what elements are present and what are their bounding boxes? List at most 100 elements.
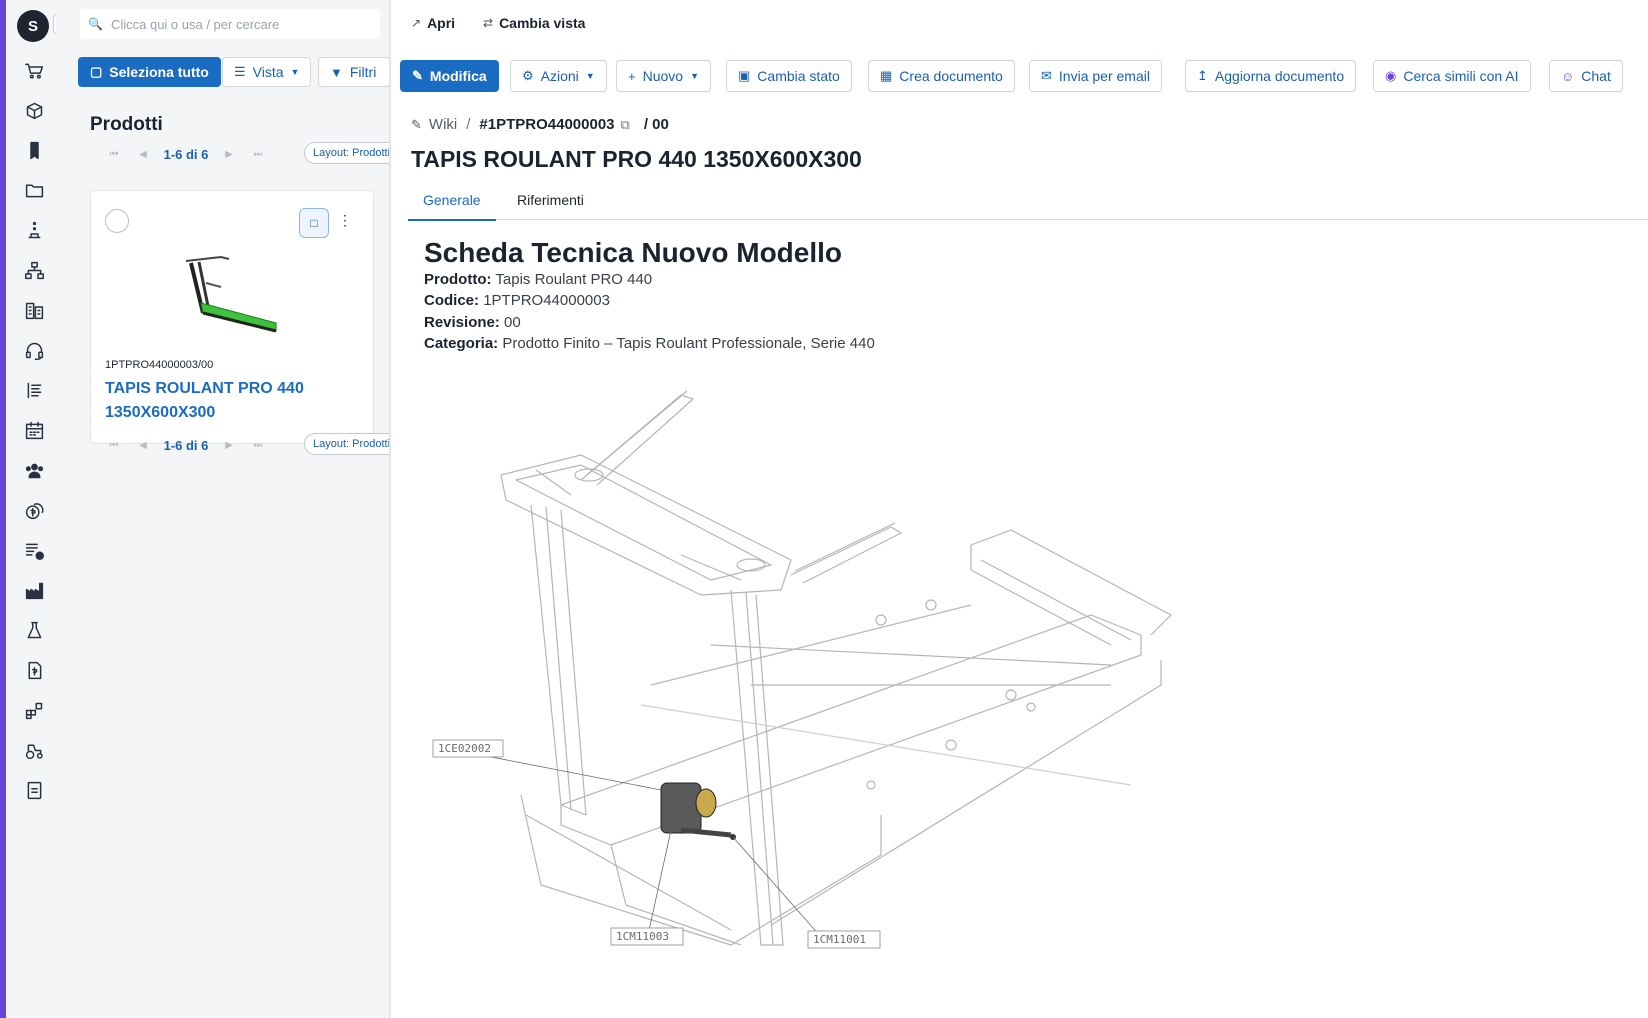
edit-button[interactable]: ✎ Modifica: [400, 60, 499, 92]
invoice-icon[interactable]: [22, 658, 46, 682]
find-similar-label: Cerca simili con AI: [1403, 68, 1519, 84]
upload-icon: ↥: [1197, 68, 1208, 83]
first-page-icon[interactable]: ⏮: [96, 440, 132, 451]
field-revision: Revisione: 00: [424, 314, 521, 331]
field-category: Categoria: Prodotto Finito – Tapis Roula…: [424, 335, 875, 352]
field-value: 00: [504, 314, 521, 331]
chevron-down-icon: ▼: [585, 71, 595, 81]
filter-button[interactable]: ▼ Filtri: [318, 57, 390, 87]
document-icon[interactable]: [22, 778, 46, 802]
create-document-button[interactable]: ▦ Crea documento: [868, 60, 1015, 92]
pager-count: 1-6 di 6: [163, 146, 209, 162]
calendar-icon[interactable]: [22, 418, 46, 442]
technical-drawing: 1CE02002 1CM11003 1CM11001: [432, 390, 1172, 949]
copy-icon[interactable]: ⧉: [621, 117, 630, 133]
list-icon[interactable]: [22, 378, 46, 402]
team-icon[interactable]: [22, 458, 46, 482]
external-link-icon: ↗: [411, 16, 422, 30]
field-label: Categoria:: [424, 335, 499, 352]
update-document-label: Aggiorna documento: [1214, 68, 1345, 84]
breadcrumb-revision: / 00: [643, 116, 669, 133]
swap-icon: ⇄: [483, 16, 494, 30]
chevron-down-icon: ▼: [690, 71, 699, 81]
word-doc-icon: ▦: [880, 68, 893, 83]
open-label: Apri: [427, 15, 456, 31]
field-value: Prodotto Finito – Tapis Roulant Professi…: [502, 335, 875, 352]
product-code: 1PTPRO44000003/00: [105, 359, 214, 371]
factory-icon[interactable]: [22, 578, 46, 602]
prev-page-icon[interactable]: ◀: [132, 440, 154, 451]
actions-button[interactable]: ⚙ Azioni ▼: [510, 60, 607, 92]
first-page-icon[interactable]: ⏮: [96, 149, 132, 160]
view-button[interactable]: ☰ Vista ▼: [222, 57, 312, 87]
last-page-icon[interactable]: ⏭: [240, 149, 276, 160]
app-logo[interactable]: S: [17, 10, 49, 42]
detail-panel: ↗ Apri ⇄ Cambia vista ✎ Modifica ⚙ Azion…: [391, 0, 1648, 1018]
update-document-button[interactable]: ↥ Aggiorna documento: [1185, 60, 1357, 92]
next-page-icon[interactable]: ▶: [218, 149, 240, 160]
sheet-heading: Scheda Tecnica Nuovo Modello: [424, 237, 843, 268]
field-label: Revisione:: [424, 314, 500, 331]
field-value: 1PTPRO44000003: [483, 292, 610, 309]
chevron-down-icon: ▼: [290, 67, 300, 77]
search-input[interactable]: 🔍 Clicca qui o usa / per cercare: [80, 9, 380, 39]
send-email-label: Invia per email: [1058, 68, 1150, 84]
tab-generale[interactable]: Generale: [408, 192, 496, 221]
filter-label: Filtri: [349, 64, 377, 80]
ai-icon: ◉: [1385, 68, 1397, 83]
select-all-label: Seleziona tutto: [109, 64, 209, 80]
tasks-clock-icon[interactable]: [22, 538, 46, 562]
bookmark-icon[interactable]: [22, 138, 46, 162]
product-list-panel: 🔍 Clicca qui o usa / per cercare ▢ Selez…: [56, 0, 404, 1018]
cube-stack-icon[interactable]: [22, 98, 46, 122]
search-icon: 🔍: [88, 17, 103, 31]
find-similar-ai-button[interactable]: ◉ Cerca simili con AI: [1373, 60, 1531, 92]
monitor-icon: □: [310, 216, 318, 230]
new-button[interactable]: + Nuovo ▼: [616, 60, 711, 92]
tree-dots-icon[interactable]: [22, 218, 46, 242]
chat-button[interactable]: ☺ Chat: [1549, 60, 1623, 92]
coins-icon[interactable]: [22, 498, 46, 522]
page-title: Prodotti: [90, 114, 163, 135]
chat-icon: ☺: [1561, 68, 1575, 84]
cart-icon[interactable]: [22, 58, 46, 82]
breadcrumb-root[interactable]: Wiki: [429, 116, 457, 133]
next-page-icon[interactable]: ▶: [218, 440, 240, 451]
callout-label: 1CM11001: [813, 933, 866, 946]
open-link[interactable]: ↗ Apri: [411, 15, 455, 31]
product-card[interactable]: □ ⋮ 1PTPRO44000003/00 TAPIS ROULANT PRO …: [90, 190, 374, 444]
tractor-icon[interactable]: [22, 738, 46, 762]
plus-icon: +: [628, 68, 636, 84]
card-checkbox[interactable]: [105, 209, 129, 233]
org-chart-icon[interactable]: [22, 258, 46, 282]
wiki-doc-icon: ✎: [411, 116, 422, 132]
document-title: TAPIS ROULANT PRO 440 1350X600X300: [411, 146, 862, 172]
send-email-button[interactable]: ✉ Invia per email: [1029, 60, 1162, 92]
preview-button[interactable]: □: [299, 208, 329, 238]
field-code: Codice: 1PTPRO44000003: [424, 292, 610, 309]
envelope-icon: ✉: [1041, 68, 1052, 83]
change-view-link[interactable]: ⇄ Cambia vista: [483, 15, 585, 31]
flask-icon[interactable]: [22, 618, 46, 642]
last-page-icon[interactable]: ⏭: [240, 440, 276, 451]
filter-icon: ▼: [330, 64, 343, 80]
change-view-label: Cambia vista: [499, 15, 586, 31]
state-icon: ▣: [738, 68, 751, 83]
field-label: Prodotto:: [424, 271, 492, 288]
edit-label: Modifica: [429, 68, 487, 84]
blocks-icon[interactable]: [22, 698, 46, 722]
motor-assembly: [660, 782, 736, 840]
folder-icon[interactable]: [22, 178, 46, 202]
select-all-button[interactable]: ▢ Seleziona tutto: [78, 57, 221, 87]
buildings-icon[interactable]: [22, 298, 46, 322]
change-state-button[interactable]: ▣ Cambia stato: [726, 60, 852, 92]
actions-label: Azioni: [540, 68, 579, 84]
tab-riferimenti[interactable]: Riferimenti: [502, 192, 599, 219]
product-name-link[interactable]: TAPIS ROULANT PRO 440 1350X600X300: [105, 377, 345, 425]
prev-page-icon[interactable]: ◀: [132, 149, 154, 160]
headset-icon[interactable]: [22, 338, 46, 362]
new-label: Nuovo: [642, 68, 684, 84]
create-document-label: Crea documento: [899, 68, 1003, 84]
checkbox-icon: ▢: [90, 64, 103, 79]
more-options-icon[interactable]: ⋮: [338, 212, 352, 229]
